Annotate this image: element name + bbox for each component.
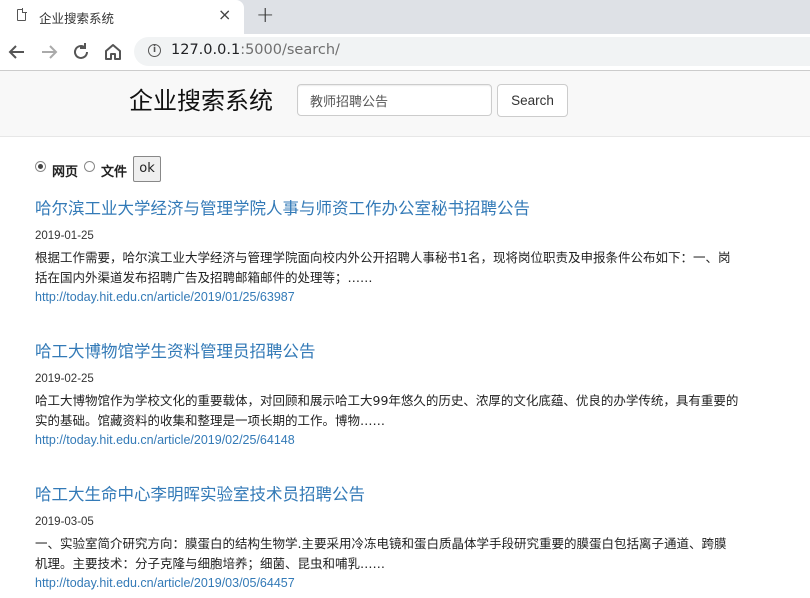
tab-title: 企业搜索系统	[39, 11, 115, 26]
browser-tab[interactable]: 企业搜索系统 ×	[0, 0, 244, 34]
result-snippet-line: 根据工作需要，哈尔滨工业大学经济与管理学院面向校内外公开招聘人事秘书1名，现将岗…	[35, 250, 731, 265]
document-icon	[17, 8, 27, 21]
result-url-link[interactable]: http://today.hit.edu.cn/article/2019/02/…	[35, 433, 295, 447]
search-input[interactable]	[297, 84, 492, 116]
result-title-link[interactable]: 哈工大生命中心李明晖实验室技术员招聘公告	[35, 481, 365, 505]
result-snippet-line: 机理。主要技术：分子克隆与细胞培养；细菌、昆虫和哺乳……	[35, 556, 386, 571]
result-snippet-line: 括在国内外渠道发布招聘广告及招聘邮箱邮件的处理等；……	[35, 270, 373, 285]
result-title-link[interactable]: 哈工大博物馆学生资料管理员招聘公告	[35, 338, 316, 362]
forward-icon[interactable]	[37, 40, 61, 64]
result-date: 2019-03-05	[35, 516, 94, 528]
site-title: 企业搜索系统	[129, 87, 273, 115]
site-header: 企业搜索系统 Search	[0, 71, 810, 137]
close-tab-icon[interactable]: ×	[218, 6, 231, 24]
result-snippet-line: 实的基础。馆藏资料的收集和整理是一项长期的工作。博物……	[35, 413, 386, 428]
result-snippet-line: 哈工大博物馆作为学校文化的重要载体，对回顾和展示哈工大99年悠久的历史、浓厚的文…	[35, 393, 739, 408]
home-icon[interactable]	[101, 40, 125, 64]
browser-toolbar: i 127.0.0.1:5000/search/	[0, 34, 810, 71]
address-bar[interactable]: i 127.0.0.1:5000/search/	[134, 37, 810, 66]
result-title-link[interactable]: 哈尔滨工业大学经济与管理学院人事与师资工作办公室秘书招聘公告	[35, 195, 530, 219]
result-date: 2019-02-25	[35, 373, 94, 385]
radio-webpage-label: 网页	[52, 165, 79, 180]
result-snippet: 根据工作需要，哈尔滨工业大学经济与管理学院面向校内外公开招聘人事秘书1名，现将岗…	[35, 248, 810, 288]
back-icon[interactable]	[5, 40, 29, 64]
ok-button[interactable]: ok	[133, 156, 161, 182]
info-icon[interactable]: i	[148, 44, 161, 57]
result-snippet: 哈工大博物馆作为学校文化的重要载体，对回顾和展示哈工大99年悠久的历史、浓厚的文…	[35, 391, 810, 431]
reload-icon[interactable]	[69, 40, 93, 64]
search-button[interactable]: Search	[497, 84, 568, 117]
radio-webpage[interactable]	[35, 161, 46, 172]
new-tab-icon[interactable]: +	[256, 3, 274, 29]
result-snippet: 一、实验室简介研究方向：膜蛋白的结构生物学.主要采用冷冻电镜和蛋白质晶体学手段研…	[35, 534, 810, 574]
radio-file[interactable]	[84, 161, 95, 172]
result-snippet-line: 一、实验室简介研究方向：膜蛋白的结构生物学.主要采用冷冻电镜和蛋白质晶体学手段研…	[35, 536, 727, 551]
result-date: 2019-01-25	[35, 230, 94, 242]
result-url-link[interactable]: http://today.hit.edu.cn/article/2019/01/…	[35, 290, 295, 304]
url-text: 127.0.0.1:5000/search/	[171, 42, 340, 58]
result-url-link[interactable]: http://today.hit.edu.cn/article/2019/03/…	[35, 576, 295, 590]
radio-file-label: 文件	[101, 165, 128, 180]
browser-tab-strip: 企业搜索系统 × +	[0, 0, 810, 34]
